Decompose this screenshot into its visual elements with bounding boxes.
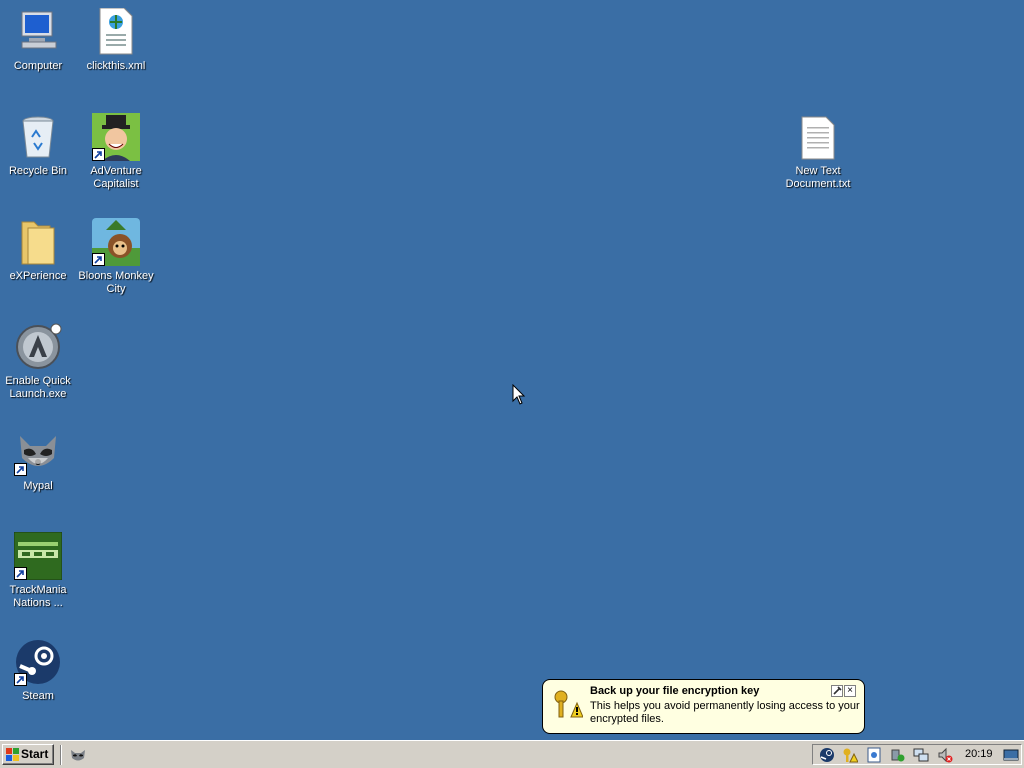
notification-balloon[interactable]: Back up your file encryption key This he… [542, 679, 865, 734]
tray-steam-icon[interactable] [819, 747, 835, 763]
taskbar-clock[interactable]: 20:19 [965, 745, 993, 764]
desktop-icon-steam[interactable]: Steam [0, 638, 78, 703]
desktop-icon-label: clickthis.xml [86, 60, 146, 72]
desktop-icon-label: eXPerience [9, 270, 67, 282]
shortcut-arrow-icon [92, 148, 105, 161]
shortcut-arrow-icon [14, 673, 27, 686]
mypal-raccoon-icon [14, 428, 62, 476]
recycle-bin-icon [14, 113, 62, 161]
shortcut-arrow-icon [14, 567, 27, 580]
desktop-icon-enable-quick-launch[interactable]: Enable Quick Launch.exe [0, 323, 78, 401]
taskbar: Start 20:19 [0, 740, 1024, 768]
windows-logo-icon [6, 748, 20, 768]
desktop-icon-label: Mypal [23, 480, 53, 492]
tray-safely-remove-icon[interactable] [889, 747, 905, 763]
desktop-icon-label: TrackMania Nations ... [9, 584, 67, 609]
text-file-icon [794, 113, 842, 161]
desktop-icon-label: New Text Document.txt [785, 165, 851, 190]
desktop-icon-recycle-bin[interactable]: Recycle Bin [0, 113, 78, 178]
tray-encryption-warning-icon[interactable] [842, 747, 859, 763]
adventure-capitalist-icon [92, 113, 140, 161]
desktop-icon-trackmania-nations[interactable]: TrackMania Nations ... [0, 531, 78, 610]
system-tray: 20:19 [812, 744, 1022, 765]
desktop-icon-new-text-document[interactable]: New Text Document.txt [778, 113, 858, 191]
desktop-icon-label: Computer [13, 60, 63, 72]
mouse-pointer-icon [512, 383, 526, 411]
trackmania-icon [13, 531, 63, 581]
desktop-icon-adventure-capitalist[interactable]: AdVenture Capitalist [76, 113, 156, 191]
quick-launch-exe-icon [14, 323, 62, 371]
start-button[interactable]: Start [2, 744, 54, 765]
desktop-icon-mypal[interactable]: Mypal [0, 428, 78, 493]
desktop-icon-bloons-monkey-city[interactable]: Bloons Monkey City [76, 218, 156, 296]
quick-launch-separator [60, 745, 62, 765]
desktop-icon-label: Recycle Bin [8, 165, 68, 177]
steam-icon [14, 638, 62, 686]
desktop-icon-experience[interactable]: eXPerience [0, 218, 78, 283]
desktop-icon-label: AdVenture Capitalist [90, 165, 142, 190]
show-desktop-icon[interactable] [1003, 747, 1019, 763]
balloon-message: This helps you avoid permanently losing … [590, 700, 860, 725]
bloons-monkey-city-icon [92, 218, 140, 266]
balloon-title: Back up your file encryption key [590, 685, 760, 697]
desktop-icon-label: Enable Quick Launch.exe [5, 375, 71, 400]
tray-volume-muted-icon[interactable] [937, 747, 953, 763]
shortcut-arrow-icon [92, 253, 105, 266]
start-label: Start [21, 747, 49, 761]
xml-file-icon [92, 7, 140, 56]
desktop: Computer clickthis.xml Recycle Bin AdVen… [0, 0, 1024, 740]
desktop-icon-label: Bloons Monkey City [78, 270, 154, 295]
desktop-icon-computer[interactable]: Computer [0, 8, 78, 73]
desktop-icon-clickthis-xml[interactable]: clickthis.xml [76, 7, 156, 73]
shortcut-arrow-icon [14, 463, 27, 476]
tray-document-icon[interactable] [866, 747, 882, 763]
balloon-options-icon[interactable] [831, 685, 843, 697]
tray-network-icon[interactable] [913, 747, 929, 763]
balloon-close-button[interactable]: × [844, 685, 856, 697]
quick-launch-mypal-icon[interactable] [70, 747, 86, 763]
computer-icon [14, 8, 62, 56]
encryption-key-warning-icon [553, 689, 584, 724]
desktop-icon-label: Steam [22, 690, 54, 702]
folder-icon [14, 218, 62, 266]
